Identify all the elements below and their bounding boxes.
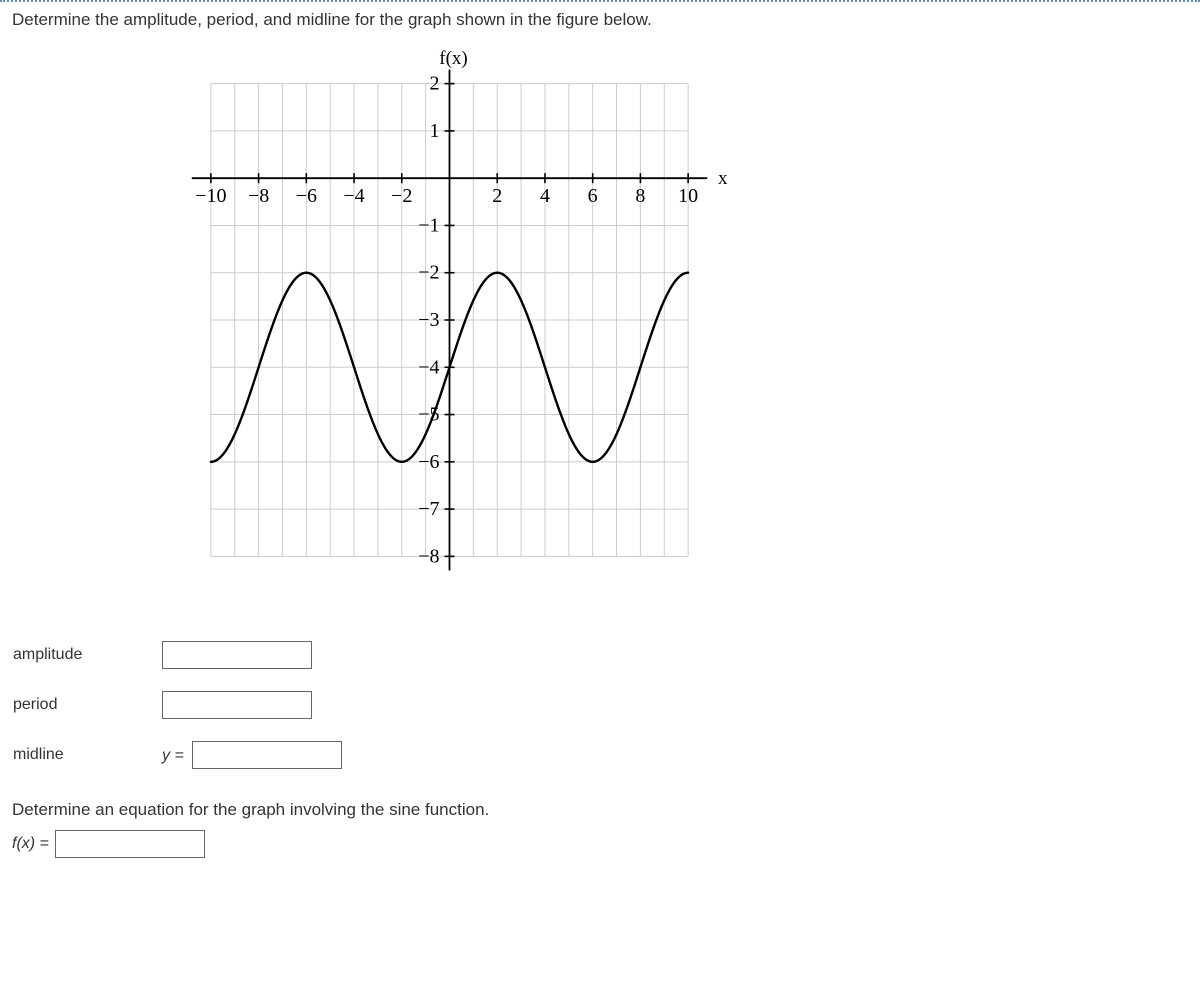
- svg-text:−1: −1: [418, 214, 439, 236]
- svg-text:−6: −6: [418, 451, 439, 473]
- svg-text:4: 4: [540, 185, 550, 207]
- svg-text:10: 10: [678, 185, 698, 207]
- svg-text:−6: −6: [296, 185, 317, 207]
- svg-text:−3: −3: [418, 309, 439, 331]
- amplitude-label: amplitude: [12, 640, 161, 670]
- midline-label: midline: [12, 740, 161, 770]
- svg-text:f(x): f(x): [439, 48, 467, 69]
- svg-text:1: 1: [430, 120, 440, 142]
- question-part1: Determine the amplitude, period, and mid…: [12, 10, 1188, 30]
- svg-text:−2: −2: [391, 185, 412, 207]
- midline-prefix: y =: [162, 747, 184, 764]
- fx-input[interactable]: [55, 830, 205, 858]
- svg-text:6: 6: [588, 185, 598, 207]
- svg-text:−7: −7: [418, 498, 439, 520]
- svg-text:−4: −4: [343, 185, 364, 207]
- amplitude-input[interactable]: [162, 641, 312, 669]
- fx-label: f(x) =: [12, 835, 49, 853]
- svg-text:−10: −10: [195, 185, 226, 207]
- graph-container: −10−8−6−4−224681021−1−2−3−4−5−6−7−8xf(x): [172, 40, 752, 600]
- question-part2: Determine an equation for the graph invo…: [12, 800, 1188, 820]
- period-input[interactable]: [162, 691, 312, 719]
- answer-table: amplitude period midline y =: [12, 620, 350, 790]
- xy-line-chart: −10−8−6−4−224681021−1−2−3−4−5−6−7−8xf(x): [172, 40, 752, 595]
- svg-text:x: x: [718, 168, 728, 189]
- midline-input[interactable]: [192, 741, 342, 769]
- equation-row: f(x) =: [12, 830, 1188, 858]
- svg-text:2: 2: [492, 185, 502, 207]
- svg-text:−2: −2: [418, 262, 439, 284]
- svg-text:−4: −4: [418, 356, 439, 378]
- svg-text:8: 8: [635, 185, 645, 207]
- svg-text:−8: −8: [248, 185, 269, 207]
- period-label: period: [12, 690, 161, 720]
- svg-text:2: 2: [430, 73, 440, 95]
- svg-text:−8: −8: [418, 545, 439, 567]
